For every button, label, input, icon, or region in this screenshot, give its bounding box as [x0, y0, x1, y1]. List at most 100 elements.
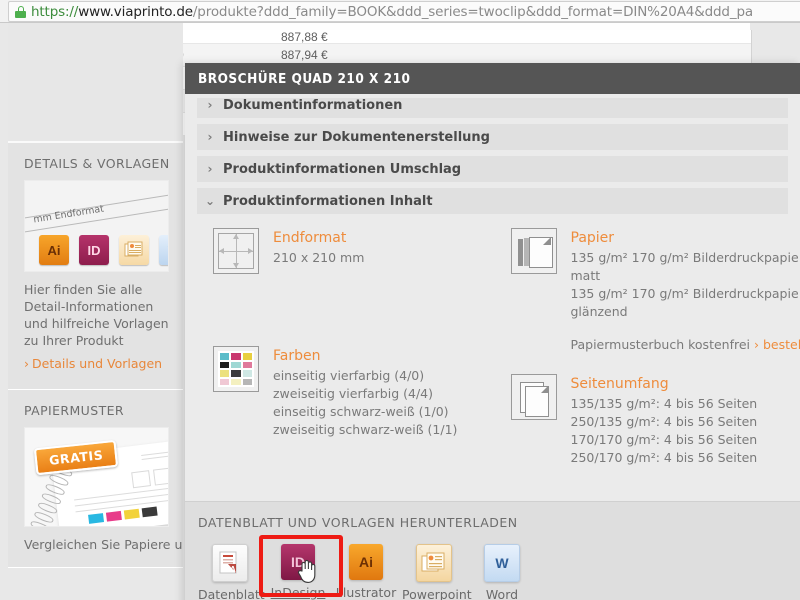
- info-line: 170/170 g/m²: 4 bis 56 Seiten: [571, 431, 758, 449]
- papiermuster-card-text: Vergleichen Sie Papiere ur: [8, 527, 183, 557]
- papiermuster-thumbnail[interactable]: GRATIS: [24, 427, 169, 527]
- color-swatch-yellow: [124, 509, 140, 520]
- swatch: [231, 379, 240, 386]
- paper-stack-icon: [511, 228, 557, 274]
- info-line: matt: [571, 267, 800, 285]
- bestellen-link[interactable]: bestelle: [763, 337, 800, 352]
- info-line: 135 g/m² 170 g/m² Bilderdruckpapie: [571, 249, 800, 267]
- thumbnail-app-icons: Ai ID: [39, 235, 169, 265]
- format-frame-icon: [213, 228, 259, 274]
- info-seitenumfang-text: Seitenumfang 135/135 g/m²: 4 bis 56 Seit…: [571, 374, 758, 467]
- url-scheme: https://: [31, 4, 78, 20]
- chevron-down-icon: ⌄: [197, 194, 223, 208]
- info-line: 250/170 g/m²: 4 bis 56 Seiten: [571, 449, 758, 467]
- chevron-right-icon: ›: [197, 162, 223, 176]
- color-swatch-cyan: [88, 513, 104, 524]
- powerpoint-icon: [119, 235, 149, 265]
- info-line: zweiseitig vierfarbig (4/4): [273, 385, 457, 403]
- swatch: [220, 362, 229, 369]
- url-input[interactable]: https://www.viaprinto.de/produkte?ddd_fa…: [8, 1, 800, 22]
- swatch: [231, 362, 240, 369]
- color-swatch-black: [142, 507, 158, 518]
- accordion-label: Hinweise zur Dokumentenerstellung: [223, 130, 490, 145]
- chevron-right-icon: ›: [197, 130, 223, 144]
- swatch: [243, 362, 252, 369]
- chevron-right-icon: ›: [754, 337, 759, 352]
- sidebar-card-papiermuster: PAPIERMUSTER: [8, 390, 183, 568]
- table-row[interactable]: 7.000 887,88 €: [131, 30, 751, 44]
- cell-price: 887,88 €: [281, 30, 461, 44]
- url-path: /produkte?ddd_family=BOOK&ddd_series=two…: [193, 4, 753, 20]
- color-swatch-grid-icon: [213, 346, 259, 392]
- url-text: https://www.viaprinto.de/produkte?ddd_fa…: [31, 4, 753, 20]
- lock-icon: [15, 6, 26, 18]
- product-info-grid: Endformat 210 x 210 mm: [185, 220, 800, 489]
- info-endformat: Endformat 210 x 210 mm: [213, 228, 493, 274]
- product-detail-modal: BROSCHÜRE QUAD 210 X 210 › Dokumentinfor…: [185, 63, 800, 600]
- details-link-label: Details und Vorlagen: [32, 356, 162, 371]
- info-line: 135/135 g/m²: 4 bis 56 Seiten: [571, 395, 758, 413]
- accordion-label: Produktinformationen Inhalt: [223, 194, 433, 209]
- accordion-item-inhalt[interactable]: ⌄ Produktinformationen Inhalt: [197, 188, 788, 214]
- swatch: [243, 379, 252, 386]
- accordion-item-dokumentinformationen[interactable]: › Dokumentinformationen: [197, 98, 788, 118]
- swatch: [220, 379, 229, 386]
- note-text: Papiermusterbuch kostenfrei: [571, 337, 751, 352]
- swatch: [243, 353, 252, 360]
- swatch: [231, 370, 240, 377]
- sidebar-card-details: DETAILS & VORLAGEN mm Endformat Ai ID: [8, 143, 183, 390]
- modal-title: BROSCHÜRE QUAD 210 X 210: [198, 71, 411, 87]
- info-line: 135 g/m² 170 g/m² Bilderdruckpapie: [571, 285, 800, 303]
- powerpoint-glyph: [124, 241, 144, 259]
- browser-url-bar: https://www.viaprinto.de/produkte?ddd_fa…: [0, 0, 800, 23]
- screenshot-root: https://www.viaprinto.de/produkte?ddd_fa…: [0, 0, 800, 600]
- cell-price: 887,94 €: [281, 48, 461, 62]
- chevron-right-icon: ›: [24, 356, 29, 371]
- papiermusterbuch-note: Papiermusterbuch kostenfrei › bestelle: [571, 337, 800, 352]
- accordion-item-hinweise[interactable]: › Hinweise zur Dokumentenerstellung: [197, 124, 788, 150]
- accordion-label: Produktinformationen Umschlag: [223, 162, 461, 177]
- product-info-right-column: Papier 135 g/m² 170 g/m² Bilderdruckpapi…: [493, 228, 800, 489]
- info-farben-text: Farben einseitig vierfarbig (4/0) zweise…: [273, 346, 457, 439]
- left-sidebar: DETAILS & VORLAGEN mm Endformat Ai ID: [8, 23, 183, 600]
- swatch: [231, 353, 240, 360]
- info-line: 250/135 g/m²: 4 bis 56 Seiten: [571, 413, 758, 431]
- swatch: [220, 353, 229, 360]
- page-content: 7.000 887,88 € 10.000 887,94 € 12 15 20: [0, 23, 800, 600]
- sidebar-card-top: [8, 23, 183, 143]
- details-und-vorlagen-link[interactable]: ›Details und Vorlagen: [8, 353, 183, 379]
- papiermuster-card-title: PAPIERMUSTER: [8, 390, 183, 427]
- color-swatch-magenta: [106, 511, 122, 522]
- info-title: Papier: [571, 230, 800, 246]
- info-papier-text: Papier 135 g/m² 170 g/m² Bilderdruckpapi…: [571, 228, 800, 352]
- info-line: einseitig vierfarbig (4/0): [273, 367, 457, 385]
- details-card-thumbnail[interactable]: mm Endformat Ai ID: [24, 180, 169, 272]
- details-card-text: Hier finden Sie alle Detail-Informatione…: [8, 272, 183, 353]
- product-info-left-column: Endformat 210 x 210 mm: [185, 228, 493, 489]
- info-line: zweiseitig schwarz-weiß (1/1): [273, 421, 457, 439]
- indesign-icon: ID: [79, 235, 109, 265]
- info-papier: Papier 135 g/m² 170 g/m² Bilderdruckpapi…: [511, 228, 800, 352]
- swatch: [243, 370, 252, 377]
- modal-body: › Dokumentinformationen › Hinweise zur D…: [185, 94, 800, 489]
- illustrator-icon: Ai: [39, 235, 69, 265]
- details-card-title: DETAILS & VORLAGEN: [8, 143, 183, 180]
- thumbnail-label: mm Endformat: [33, 203, 105, 225]
- modal-title-bar: BROSCHÜRE QUAD 210 X 210: [185, 63, 800, 94]
- url-host: www.viaprinto.de: [78, 4, 193, 20]
- swatch: [220, 370, 229, 377]
- chevron-right-icon: ›: [197, 98, 223, 112]
- info-line: einseitig schwarz-weiß (1/0): [273, 403, 457, 421]
- word-icon: W: [159, 235, 169, 265]
- info-title: Farben: [273, 348, 457, 364]
- info-title: Seitenumfang: [571, 376, 758, 392]
- info-title: Endformat: [273, 230, 364, 246]
- accordion-label: Dokumentinformationen: [223, 98, 402, 113]
- info-line: glänzend: [571, 303, 800, 321]
- accordion-item-umschlag[interactable]: › Produktinformationen Umschlag: [197, 156, 788, 182]
- info-farben: Farben einseitig vierfarbig (4/0) zweise…: [213, 346, 493, 439]
- info-endformat-text: Endformat 210 x 210 mm: [273, 228, 364, 274]
- info-line: 210 x 210 mm: [273, 249, 364, 267]
- info-seitenumfang: Seitenumfang 135/135 g/m²: 4 bis 56 Seit…: [511, 374, 800, 467]
- pages-count-icon: [511, 374, 557, 420]
